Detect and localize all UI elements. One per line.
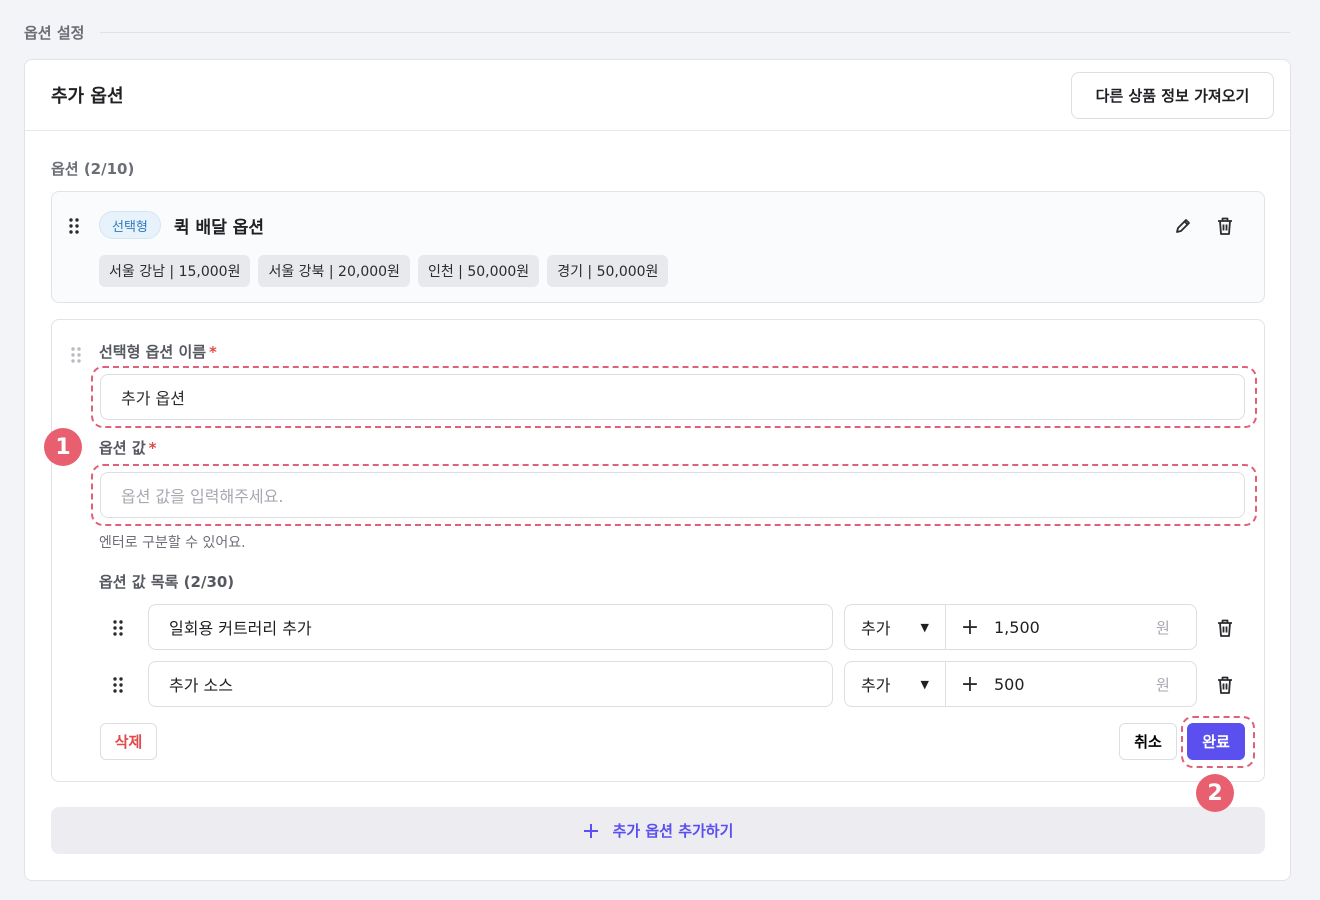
import-product-info-button[interactable]: 다른 상품 정보 가져오기: [1071, 72, 1274, 119]
plus-icon: +: [960, 614, 980, 640]
caret-down-icon: ▼: [920, 620, 929, 634]
drag-handle-icon[interactable]: [112, 676, 124, 694]
plus-icon: +: [960, 671, 980, 697]
card-title: 추가 옵션: [51, 86, 124, 107]
option-values-list: 서울 강남 | 15,000원 서울 강북 | 20,000원 인천 | 50,…: [99, 255, 669, 287]
option-name-label-text: 선택형 옵션 이름: [99, 343, 207, 361]
price-mode-value: 추가: [861, 676, 891, 695]
required-mark: *: [148, 439, 157, 457]
step-marker-1: 1: [44, 428, 82, 466]
option-value-chip: 경기 | 50,000원: [547, 255, 669, 287]
price-input[interactable]: 1,500: [994, 605, 1156, 649]
option-value-name-input[interactable]: 추가 소스: [148, 661, 833, 707]
price-mode-value: 추가: [861, 619, 891, 638]
price-unit: 원: [1156, 675, 1170, 694]
price-adjustment-group: 추가 ▼ + 500 원: [844, 661, 1197, 707]
section-divider: [100, 31, 1290, 33]
option-value-label-text: 옵션 값: [99, 439, 146, 457]
option-value-input[interactable]: 옵션 값을 입력해주세요.: [100, 472, 1245, 518]
option-value-label: 옵션 값 *: [99, 437, 156, 458]
trash-icon[interactable]: [1213, 214, 1237, 238]
drag-handle-icon[interactable]: [68, 217, 80, 235]
add-option-label: 추가 옵션 추가하기: [612, 822, 734, 840]
option-editor: 선택형 옵션 이름 * 추가 옵션 옵션 값 * 옵션 값을 입력해주세요. 엔터로…: [51, 319, 1265, 782]
cancel-button[interactable]: 취소: [1119, 723, 1177, 760]
drag-handle-icon[interactable]: [112, 619, 124, 637]
price-mode-select[interactable]: 추가 ▼: [845, 662, 946, 706]
option-value-helper: 엔터로 구분할 수 있어요.: [99, 535, 246, 551]
options-count: 옵션 (2/10): [51, 160, 135, 178]
saved-option-name: 퀵 배달 옵션: [174, 218, 265, 238]
price-mode-select[interactable]: 추가 ▼: [845, 605, 946, 649]
price-adjustment-group: 추가 ▼ + 1,500 원: [844, 604, 1197, 650]
option-value-list-label: 옵션 값 목록 (2/30): [99, 573, 235, 591]
pencil-icon[interactable]: [1171, 214, 1195, 238]
section-title: 옵션 설정: [24, 23, 85, 42]
option-name-label: 선택형 옵션 이름 *: [99, 341, 217, 362]
option-value-name-input[interactable]: 일회용 커트러리 추가: [148, 604, 833, 650]
price-input[interactable]: 500: [994, 662, 1156, 706]
section-header: 옵션 설정: [24, 20, 1290, 44]
option-type-badge: 선택형: [99, 211, 161, 239]
add-option-button[interactable]: 추가 옵션 추가하기: [51, 807, 1265, 854]
delete-option-button[interactable]: 삭제: [100, 723, 157, 760]
price-unit: 원: [1156, 618, 1170, 637]
saved-option-card: 선택형 퀵 배달 옵션 서울 강남 | 15,000원 서울 강북 | 20,0…: [51, 191, 1265, 303]
option-value-chip: 서울 강북 | 20,000원: [258, 255, 410, 287]
drag-handle-icon[interactable]: [70, 346, 82, 364]
card-header: 추가 옵션 다른 상품 정보 가져오기: [25, 60, 1290, 131]
option-value-chip: 인천 | 50,000원: [417, 255, 540, 287]
trash-icon[interactable]: [1213, 616, 1237, 640]
additional-options-card: 추가 옵션 다른 상품 정보 가져오기 옵션 (2/10) 선택형 퀵 배달 옵…: [24, 59, 1291, 881]
option-value-chip: 서울 강남 | 15,000원: [99, 255, 251, 287]
plus-icon: [583, 823, 598, 838]
step-marker-2: 2: [1196, 774, 1234, 812]
trash-icon[interactable]: [1213, 673, 1237, 697]
option-name-input[interactable]: 추가 옵션: [100, 374, 1245, 420]
done-button[interactable]: 완료: [1187, 723, 1245, 760]
required-mark: *: [209, 343, 217, 361]
caret-down-icon: ▼: [920, 677, 929, 691]
